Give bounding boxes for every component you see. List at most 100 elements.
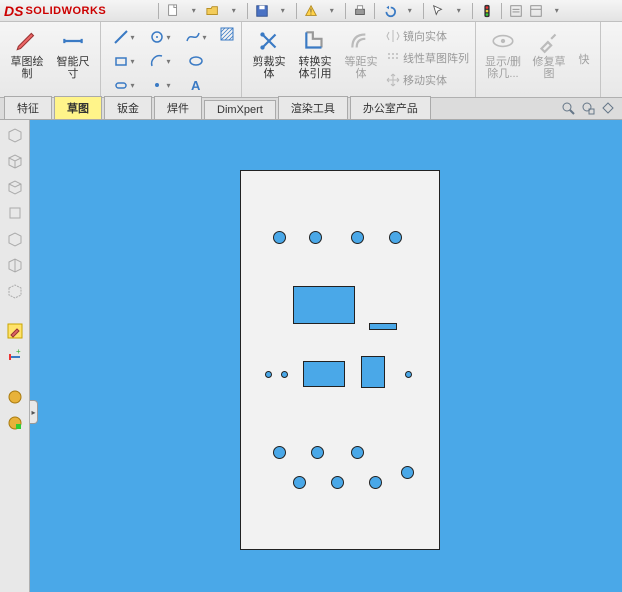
sketch-draw-button[interactable]: 草图绘制: [6, 26, 48, 95]
hole: [331, 476, 344, 489]
circle-tool[interactable]: [143, 26, 177, 48]
hole: [311, 446, 324, 459]
tab-render[interactable]: 渲染工具: [278, 96, 348, 119]
arc-tool[interactable]: [143, 50, 177, 72]
show-hide-button[interactable]: 显示/删除几...: [482, 26, 524, 95]
warning-icon[interactable]: !: [303, 3, 319, 19]
workspace: + ▸: [0, 120, 622, 592]
mirror-entities-button[interactable]: 镜向实体: [386, 26, 469, 46]
appearance-edit-icon[interactable]: [4, 412, 26, 434]
hole-small: [265, 371, 272, 378]
rectangle-tool[interactable]: [107, 50, 141, 72]
zoom-fit-icon[interactable]: [560, 100, 576, 119]
warning-dropdown[interactable]: [323, 3, 339, 19]
tab-feature[interactable]: 特征: [4, 96, 52, 119]
convert-icon: [302, 28, 328, 54]
repair-icon: [536, 28, 562, 54]
open-file-icon[interactable]: [205, 3, 221, 19]
tab-strip: 特征 草图 钣金 焊件 DimXpert 渲染工具 办公室产品: [0, 98, 622, 120]
appearance-icon[interactable]: [4, 386, 26, 408]
left-toolbar: +: [0, 120, 30, 592]
new-file-dropdown[interactable]: [185, 3, 201, 19]
select-dropdown[interactable]: [450, 3, 466, 19]
repair-sketch-button[interactable]: 修复草图: [528, 26, 570, 95]
hatch-tool[interactable]: [219, 26, 235, 48]
offset-entities-button[interactable]: 等距实体: [340, 26, 382, 95]
eye-icon: [490, 28, 516, 54]
cube-iso-icon[interactable]: [4, 150, 26, 172]
rebuild-icon[interactable]: [508, 3, 524, 19]
trim-entities-button[interactable]: 剪裁实体: [248, 26, 290, 95]
ribbon-group-display: 显示/删除几... 修复草图 快: [476, 22, 601, 97]
svg-text:!: !: [310, 7, 312, 16]
hole: [293, 476, 306, 489]
options-icon[interactable]: [528, 3, 544, 19]
hole-small: [281, 371, 288, 378]
graphics-area[interactable]: ▸: [30, 120, 622, 592]
tab-sketch[interactable]: 草图: [54, 96, 102, 119]
quick-button[interactable]: 快: [574, 26, 594, 95]
hole: [309, 231, 322, 244]
save-dropdown[interactable]: [274, 3, 290, 19]
hole: [351, 446, 364, 459]
ribbon-mirror-group: 镜向实体 线性草图阵列 移动实体: [386, 26, 469, 95]
quick-access-toolbar: !: [156, 3, 564, 19]
tab-dimxpert[interactable]: DimXpert: [204, 100, 276, 119]
hole-small: [405, 371, 412, 378]
tab-weldment[interactable]: 焊件: [154, 96, 202, 119]
part-plate: [240, 170, 440, 550]
print-icon[interactable]: [352, 3, 368, 19]
line-tool[interactable]: [107, 26, 141, 48]
cube-side-icon[interactable]: [4, 202, 26, 224]
options-dropdown[interactable]: [548, 3, 564, 19]
convert-entities-button[interactable]: 转换实体引用: [294, 26, 336, 95]
slot-rect: [303, 361, 345, 387]
traffic-light-icon[interactable]: [479, 3, 495, 19]
offset-icon: [348, 28, 374, 54]
spline-tool[interactable]: [179, 26, 213, 48]
tab-office[interactable]: 办公室产品: [350, 96, 431, 119]
hole: [401, 466, 414, 479]
zoom-area-icon[interactable]: [580, 100, 596, 119]
slot-rect: [293, 286, 355, 324]
scissors-icon: [256, 28, 282, 54]
pencil-icon: [14, 28, 40, 54]
svg-text:A: A: [191, 78, 201, 93]
hole: [273, 446, 286, 459]
slot-rect: [361, 356, 385, 388]
cube-back-icon[interactable]: [4, 228, 26, 250]
cube-top-icon[interactable]: [4, 176, 26, 198]
cube-front-icon[interactable]: [4, 124, 26, 146]
cube-wire-icon[interactable]: [4, 254, 26, 276]
undo-dropdown[interactable]: [401, 3, 417, 19]
hole: [389, 231, 402, 244]
ribbon-group-tools: A: [101, 22, 242, 97]
edit-sketch-icon[interactable]: [4, 320, 26, 342]
hole: [351, 231, 364, 244]
linear-pattern-button[interactable]: 线性草图阵列: [386, 48, 469, 68]
logo-ds-icon: DS: [4, 3, 23, 19]
smart-dimension-button[interactable]: 智能尺寸: [52, 26, 94, 95]
point-tool[interactable]: [143, 74, 177, 96]
ribbon-group-sketch: 草图绘制 智能尺寸: [0, 22, 101, 97]
flyout-handle[interactable]: ▸: [30, 400, 38, 424]
add-relation-icon[interactable]: +: [4, 346, 26, 368]
view-orient-icon[interactable]: [600, 100, 616, 119]
open-file-dropdown[interactable]: [225, 3, 241, 19]
new-file-icon[interactable]: [165, 3, 181, 19]
svg-text:+: +: [16, 348, 21, 356]
ellipse-tool[interactable]: [179, 50, 213, 72]
text-tool[interactable]: A: [179, 74, 213, 96]
dimension-icon: [60, 28, 86, 54]
slot-tool[interactable]: [107, 74, 141, 96]
hole: [369, 476, 382, 489]
save-icon[interactable]: [254, 3, 270, 19]
ribbon-group-modify: 剪裁实体 转换实体引用 等距实体 镜向实体 线性草图阵列 移动实体: [242, 22, 476, 97]
tab-sheetmetal[interactable]: 钣金: [104, 96, 152, 119]
ribbon-toolbar: 草图绘制 智能尺寸 A 剪裁实体 转换实体引用: [0, 22, 622, 98]
hole: [273, 231, 286, 244]
undo-icon[interactable]: [381, 3, 397, 19]
cube-hidden-icon[interactable]: [4, 280, 26, 302]
select-icon[interactable]: [430, 3, 446, 19]
move-entities-button[interactable]: 移动实体: [386, 70, 469, 90]
